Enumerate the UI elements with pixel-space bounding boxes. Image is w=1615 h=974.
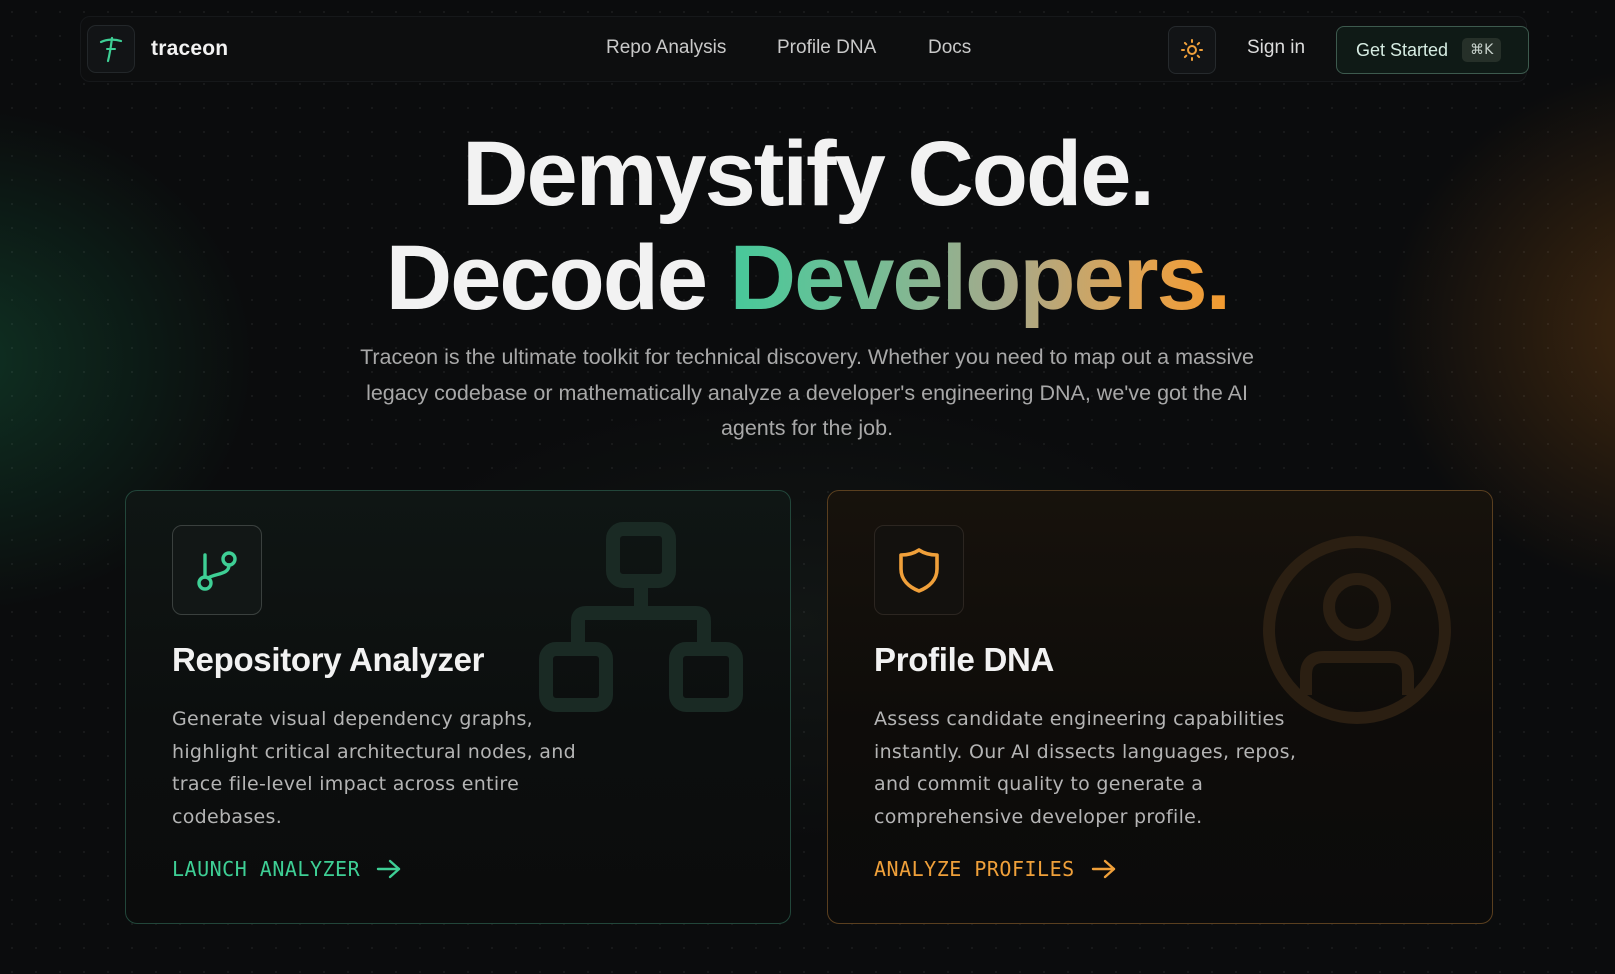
brand-name[interactable]: traceon [151,37,228,61]
git-branch-icon [197,551,237,591]
hero-title-plain: Decode [385,227,708,329]
card-description: Assess candidate engineering capabilitie… [874,708,1297,828]
logo-icon [99,36,123,63]
card-title: Repository Analyzer [172,641,485,678]
hero-subtitle: Traceon is the ultimate toolkit for tech… [360,345,1254,440]
hero-title-line-1: Demystify Code. [462,123,1155,225]
arrow-right-icon [376,859,401,879]
analyze-profiles-link[interactable]: ANALYZE PROFILES [874,857,1117,881]
profile-dna-card[interactable]: Profile DNA Assess candidate engineering… [827,490,1493,924]
launch-analyzer-link[interactable]: LAUNCH ANALYZER [172,857,402,881]
card-cta-label: ANALYZE PROFILES [874,857,1075,881]
sitemap-watermark-icon [539,522,743,712]
hero-title-line-2: Decode Developers. [0,226,1615,331]
nav-link-profile-dna[interactable]: Profile DNA [777,37,876,59]
shield-icon-box [874,525,964,615]
sun-icon [1181,39,1203,61]
top-navbar: traceon Repo Analysis Profile DNA Docs S… [80,16,1529,82]
nav-link-docs[interactable]: Docs [928,37,971,59]
get-started-label: Get Started [1356,39,1449,60]
shield-icon [899,548,939,593]
keyboard-shortcut-badge: ⌘K [1462,38,1502,62]
user-circle-watermark-icon [1263,536,1451,724]
logo[interactable] [87,25,135,73]
repository-analyzer-card[interactable]: Repository Analyzer Generate visual depe… [125,490,791,924]
card-cta-label: LAUNCH ANALYZER [172,857,361,881]
git-branch-icon-box [172,525,262,615]
arrow-right-icon [1091,859,1115,879]
hero-title-gradient: Developers. [729,227,1232,329]
card-title: Profile DNA [874,641,1055,678]
get-started-button[interactable]: Get Started ⌘K [1336,26,1529,74]
card-description: Generate visual dependency graphs, highl… [172,708,576,828]
sign-in-link[interactable]: Sign in [1247,37,1305,59]
theme-toggle-button[interactable] [1168,26,1216,74]
nav-link-repo-analysis[interactable]: Repo Analysis [606,37,726,59]
